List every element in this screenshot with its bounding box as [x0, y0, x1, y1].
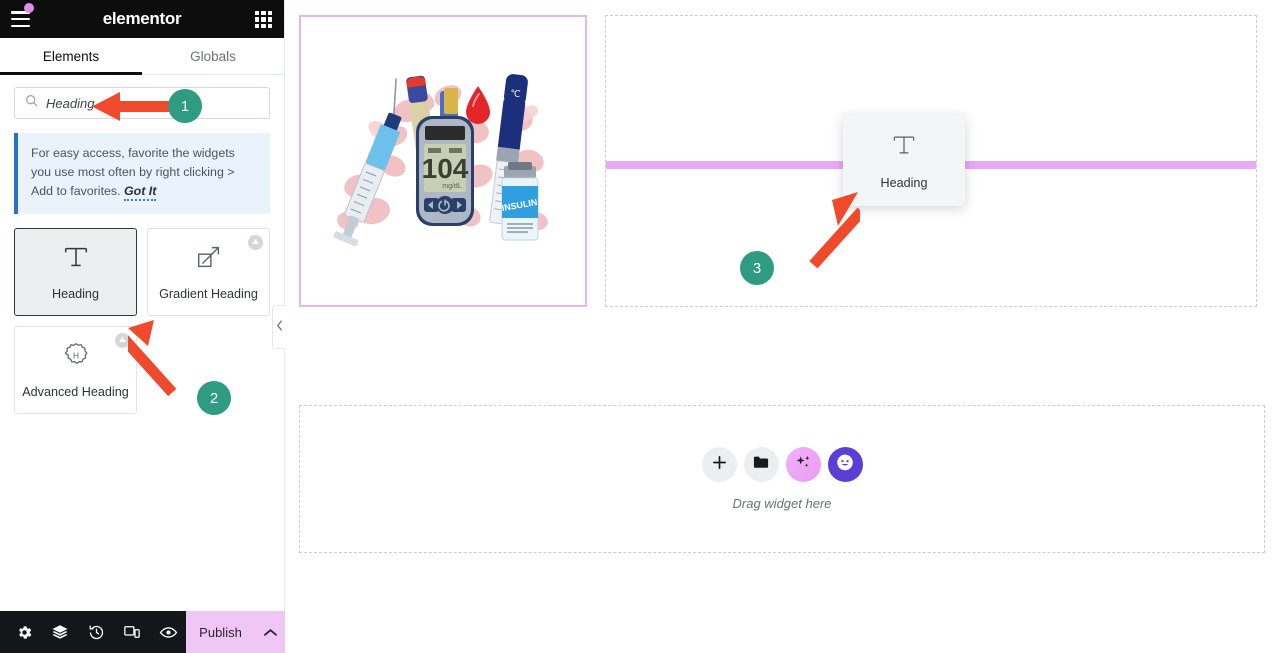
annotation-badge-1-label: 1 — [180, 97, 190, 115]
dropzone-buttons — [701, 447, 863, 482]
tab-globals[interactable]: Globals — [142, 38, 284, 74]
advanced-heading-widget-label: Advanced Heading — [22, 385, 129, 400]
favorites-notice-text: For easy access, favorite the widgets yo… — [31, 144, 258, 202]
eye-preview-icon[interactable] — [150, 611, 186, 653]
gear-h-icon: H — [61, 340, 91, 375]
annotation-badge-3: 3 — [740, 251, 774, 285]
tab-elements[interactable]: Elements — [0, 38, 142, 75]
heading-widget-label: Heading — [52, 287, 99, 302]
meter-reading: 104 — [422, 153, 469, 184]
panel-footer: Publish — [0, 611, 285, 653]
annotation-arrow-3 — [809, 192, 860, 269]
footer-tools — [0, 611, 186, 653]
mascot-button[interactable] — [827, 447, 863, 482]
add-element-button[interactable] — [701, 447, 737, 482]
empty-dropzone[interactable]: Drag widget here — [299, 405, 1265, 553]
editor-canvas: 104 mg/dL ℃ INSULIN Heading Drag widget … — [285, 0, 1280, 653]
winking-face-icon — [834, 451, 856, 478]
settings-gear-icon[interactable] — [6, 611, 42, 653]
publish-group: Publish — [186, 611, 285, 653]
text-heading-icon — [890, 131, 918, 164]
dropzone-label: Drag widget here — [732, 496, 832, 511]
elementor-editor: elementor Elements Globals Heading For e… — [0, 0, 1280, 653]
folder-icon — [753, 455, 769, 474]
gradient-heading-widget-tile[interactable]: Gradient Heading — [147, 227, 270, 316]
apps-grid-icon[interactable] — [255, 11, 272, 28]
meter-unit: mg/dL — [442, 183, 462, 190]
publish-button[interactable]: Publish — [186, 625, 255, 640]
image-widget[interactable]: 104 mg/dL ℃ INSULIN — [299, 15, 587, 307]
annotation-badge-3-label: 3 — [752, 259, 762, 277]
annotation-badge-2: 2 — [197, 381, 231, 415]
heading-widget-tile[interactable]: Heading — [14, 227, 137, 316]
favorites-notice: For easy access, favorite the widgets yo… — [14, 133, 270, 214]
chevron-left-icon — [276, 318, 283, 336]
panel-collapse-handle[interactable] — [272, 305, 285, 349]
responsive-device-icon[interactable] — [114, 611, 150, 653]
panel-header: elementor — [0, 0, 284, 38]
annotation-badge-1: 1 — [168, 89, 202, 123]
layers-navigator-icon[interactable] — [42, 611, 78, 653]
notification-dot-icon — [24, 3, 34, 13]
add-template-button[interactable] — [743, 447, 779, 482]
hamburger-icon[interactable] — [11, 11, 31, 27]
tab-elements-label: Elements — [42, 48, 100, 64]
gradient-heading-widget-label: Gradient Heading — [159, 287, 258, 302]
brand-title: elementor — [102, 9, 182, 28]
svg-text:℃: ℃ — [510, 88, 521, 99]
gradient-arrow-icon — [194, 242, 224, 277]
svg-text:H: H — [72, 350, 78, 360]
search-icon — [25, 94, 38, 112]
got-it-link[interactable]: Got It — [124, 184, 157, 202]
tab-globals-label: Globals — [190, 48, 236, 64]
ai-sparkle-icon — [795, 454, 812, 476]
drag-ghost-label: Heading — [880, 175, 928, 190]
ai-builder-button[interactable] — [785, 447, 821, 482]
history-clock-icon[interactable] — [78, 611, 114, 653]
annotation-arrow-1 — [92, 92, 180, 121]
chevron-up-icon[interactable] — [255, 611, 285, 653]
diabetes-supplies-illustration: 104 mg/dL ℃ INSULIN — [333, 74, 548, 247]
drag-ghost-card[interactable]: Heading — [843, 114, 965, 206]
plugin-badge-icon — [248, 234, 263, 250]
advanced-heading-widget-tile[interactable]: H Advanced Heading — [14, 325, 137, 414]
text-heading-icon — [61, 242, 91, 277]
annotation-badge-2-label: 2 — [209, 389, 219, 407]
search-input-value: Heading — [46, 95, 95, 111]
panel-tabs: Elements Globals — [0, 38, 284, 75]
plus-icon — [712, 455, 727, 475]
